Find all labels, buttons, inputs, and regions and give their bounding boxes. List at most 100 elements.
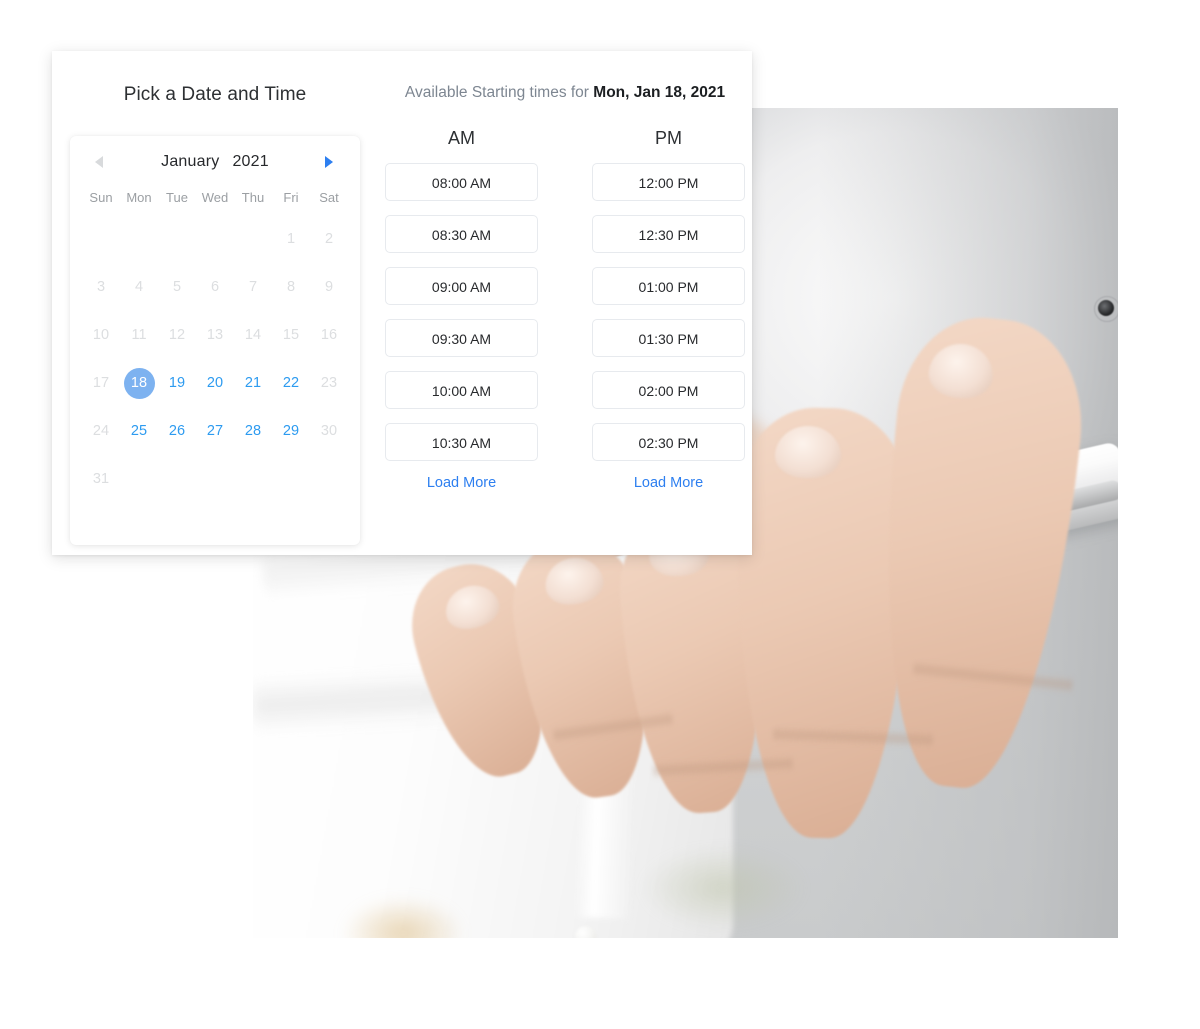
calendar-day-label: 27 xyxy=(206,422,224,439)
calendar-day-label: 13 xyxy=(206,326,224,343)
calendar-day-26[interactable]: 26 xyxy=(158,407,196,455)
time-slot-button[interactable]: 12:00 PM xyxy=(592,163,745,201)
calendar-day-23: 23 xyxy=(310,359,348,407)
weekday-header: Sat xyxy=(319,190,339,205)
time-slot-button[interactable]: 02:30 PM xyxy=(592,423,745,461)
time-slot-columns: AM 08:00 AM 08:30 AM 09:00 AM 09:30 AM 10:00 … xyxy=(378,128,752,491)
calendar-day-empty xyxy=(82,215,120,263)
date-time-picker-panel: Pick a Date and Time January 2021 Sun Mon… xyxy=(52,51,752,555)
calendar-day-label: 5 xyxy=(172,278,182,295)
calendar-day-19[interactable]: 19 xyxy=(158,359,196,407)
calendar-day-label: 16 xyxy=(320,326,338,343)
calendar-day-label: 3 xyxy=(96,278,106,295)
calendar-day-13: 13 xyxy=(196,311,234,359)
calendar-day-3: 3 xyxy=(82,263,120,311)
chevron-left-icon xyxy=(94,156,103,168)
calendar-day-30: 30 xyxy=(310,407,348,455)
calendar-day-31: 31 xyxy=(82,455,120,503)
time-slot-button[interactable]: 09:00 AM xyxy=(385,267,538,305)
time-slot-button[interactable]: 10:00 AM xyxy=(385,371,538,409)
weekday-header: Wed xyxy=(201,190,229,205)
load-more-link[interactable]: Load More xyxy=(385,475,538,491)
calendar-day-label: 31 xyxy=(92,470,110,487)
calendar-day-29[interactable]: 29 xyxy=(272,407,310,455)
calendar-day-label: 17 xyxy=(92,374,110,391)
calendar-day-9: 9 xyxy=(310,263,348,311)
calendar-day-label: 4 xyxy=(134,278,144,295)
calendar-day-label: 6 xyxy=(210,278,220,295)
calendar-day-label: 14 xyxy=(244,326,262,343)
calendar-month-label: January xyxy=(161,153,220,170)
time-slot-button[interactable]: 08:30 AM xyxy=(385,215,538,253)
calendar-day-label: 15 xyxy=(282,326,300,343)
calendar-header: January 2021 xyxy=(82,136,348,188)
calendar-day-12: 12 xyxy=(158,311,196,359)
calendar-day-2: 2 xyxy=(310,215,348,263)
calendar-day-7: 7 xyxy=(234,263,272,311)
next-month-button[interactable] xyxy=(318,151,340,173)
calendar-day-15: 15 xyxy=(272,311,310,359)
calendar-day-14: 14 xyxy=(234,311,272,359)
photo-color-tint xyxy=(343,898,463,938)
calendar-day-empty xyxy=(196,215,234,263)
calendar-day-empty xyxy=(234,215,272,263)
photo-color-tint xyxy=(643,848,803,928)
calendar-day-empty xyxy=(120,215,158,263)
photo-smartphone-camera xyxy=(1098,300,1114,316)
calendar-day-label: 25 xyxy=(130,422,148,439)
calendar-day-label: 19 xyxy=(168,374,186,391)
calendar-column: Pick a Date and Time January 2021 Sun Mon… xyxy=(52,51,378,555)
calendar-day-18[interactable]: 18 xyxy=(120,359,158,407)
calendar-day-label: 23 xyxy=(320,374,338,391)
time-slot-button[interactable]: 08:00 AM xyxy=(385,163,538,201)
calendar-day-label: 30 xyxy=(320,422,338,439)
availability-heading: Available Starting times for Mon, Jan 18… xyxy=(378,84,752,102)
weekday-header: Thu xyxy=(241,190,265,205)
calendar-card: January 2021 Sun Mon Tue Wed Thu Fri Sat 12345… xyxy=(70,136,360,545)
calendar-day-label: 22 xyxy=(282,374,300,391)
time-slot-button[interactable]: 10:30 AM xyxy=(385,423,538,461)
calendar-day-label: 28 xyxy=(244,422,262,439)
calendar-day-6: 6 xyxy=(196,263,234,311)
calendar-day-label: 8 xyxy=(286,278,296,295)
calendar-day-21[interactable]: 21 xyxy=(234,359,272,407)
calendar-day-27[interactable]: 27 xyxy=(196,407,234,455)
calendar-day-empty xyxy=(158,215,196,263)
load-more-link[interactable]: Load More xyxy=(592,475,745,491)
calendar-day-17: 17 xyxy=(82,359,120,407)
time-slot-button[interactable]: 01:30 PM xyxy=(592,319,745,357)
previous-month-button[interactable] xyxy=(88,151,110,173)
availability-date: Mon, Jan 18, 2021 xyxy=(593,84,726,101)
calendar-day-label: 2 xyxy=(324,230,334,247)
times-column: Available Starting times for Mon, Jan 18… xyxy=(378,51,752,555)
time-slot-button[interactable]: 02:00 PM xyxy=(592,371,745,409)
calendar-day-label: 11 xyxy=(131,326,147,343)
time-column-am: AM 08:00 AM 08:30 AM 09:00 AM 09:30 AM 10:00 … xyxy=(385,128,538,491)
time-column-header: PM xyxy=(655,128,682,148)
calendar-day-label: 26 xyxy=(168,422,186,439)
calendar-day-20[interactable]: 20 xyxy=(196,359,234,407)
time-slot-button[interactable]: 09:30 AM xyxy=(385,319,538,357)
calendar-day-28[interactable]: 28 xyxy=(234,407,272,455)
calendar-day-label: 21 xyxy=(244,374,262,391)
calendar-day-25[interactable]: 25 xyxy=(120,407,158,455)
calendar-day-label: 10 xyxy=(92,326,110,343)
time-column-header: AM xyxy=(448,128,475,148)
weekday-header: Fri xyxy=(283,190,299,205)
calendar-day-22[interactable]: 22 xyxy=(272,359,310,407)
page-title: Pick a Date and Time xyxy=(123,84,307,105)
calendar-day-24: 24 xyxy=(82,407,120,455)
time-slot-button[interactable]: 12:30 PM xyxy=(592,215,745,253)
calendar-day-10: 10 xyxy=(82,311,120,359)
time-slot-button[interactable]: 01:00 PM xyxy=(592,267,745,305)
calendar-day-label: 29 xyxy=(282,422,300,439)
calendar-day-11: 11 xyxy=(120,311,158,359)
calendar-day-label: 7 xyxy=(248,278,258,295)
calendar-day-8: 8 xyxy=(272,263,310,311)
weekday-header-row: Sun Mon Tue Wed Thu Fri Sat xyxy=(82,190,348,205)
availability-prefix: Available Starting times for xyxy=(404,84,594,101)
weekday-header: Sun xyxy=(89,190,113,205)
time-column-pm: PM 12:00 PM 12:30 PM 01:00 PM 01:30 PM 02:00 … xyxy=(592,128,745,491)
calendar-day-4: 4 xyxy=(120,263,158,311)
calendar-days-grid: 1 2 3 4 5 6 7 8 9 10 11 12 13 14 15 16 17 18 19 20 21 22 23 24 2… xyxy=(82,215,348,503)
